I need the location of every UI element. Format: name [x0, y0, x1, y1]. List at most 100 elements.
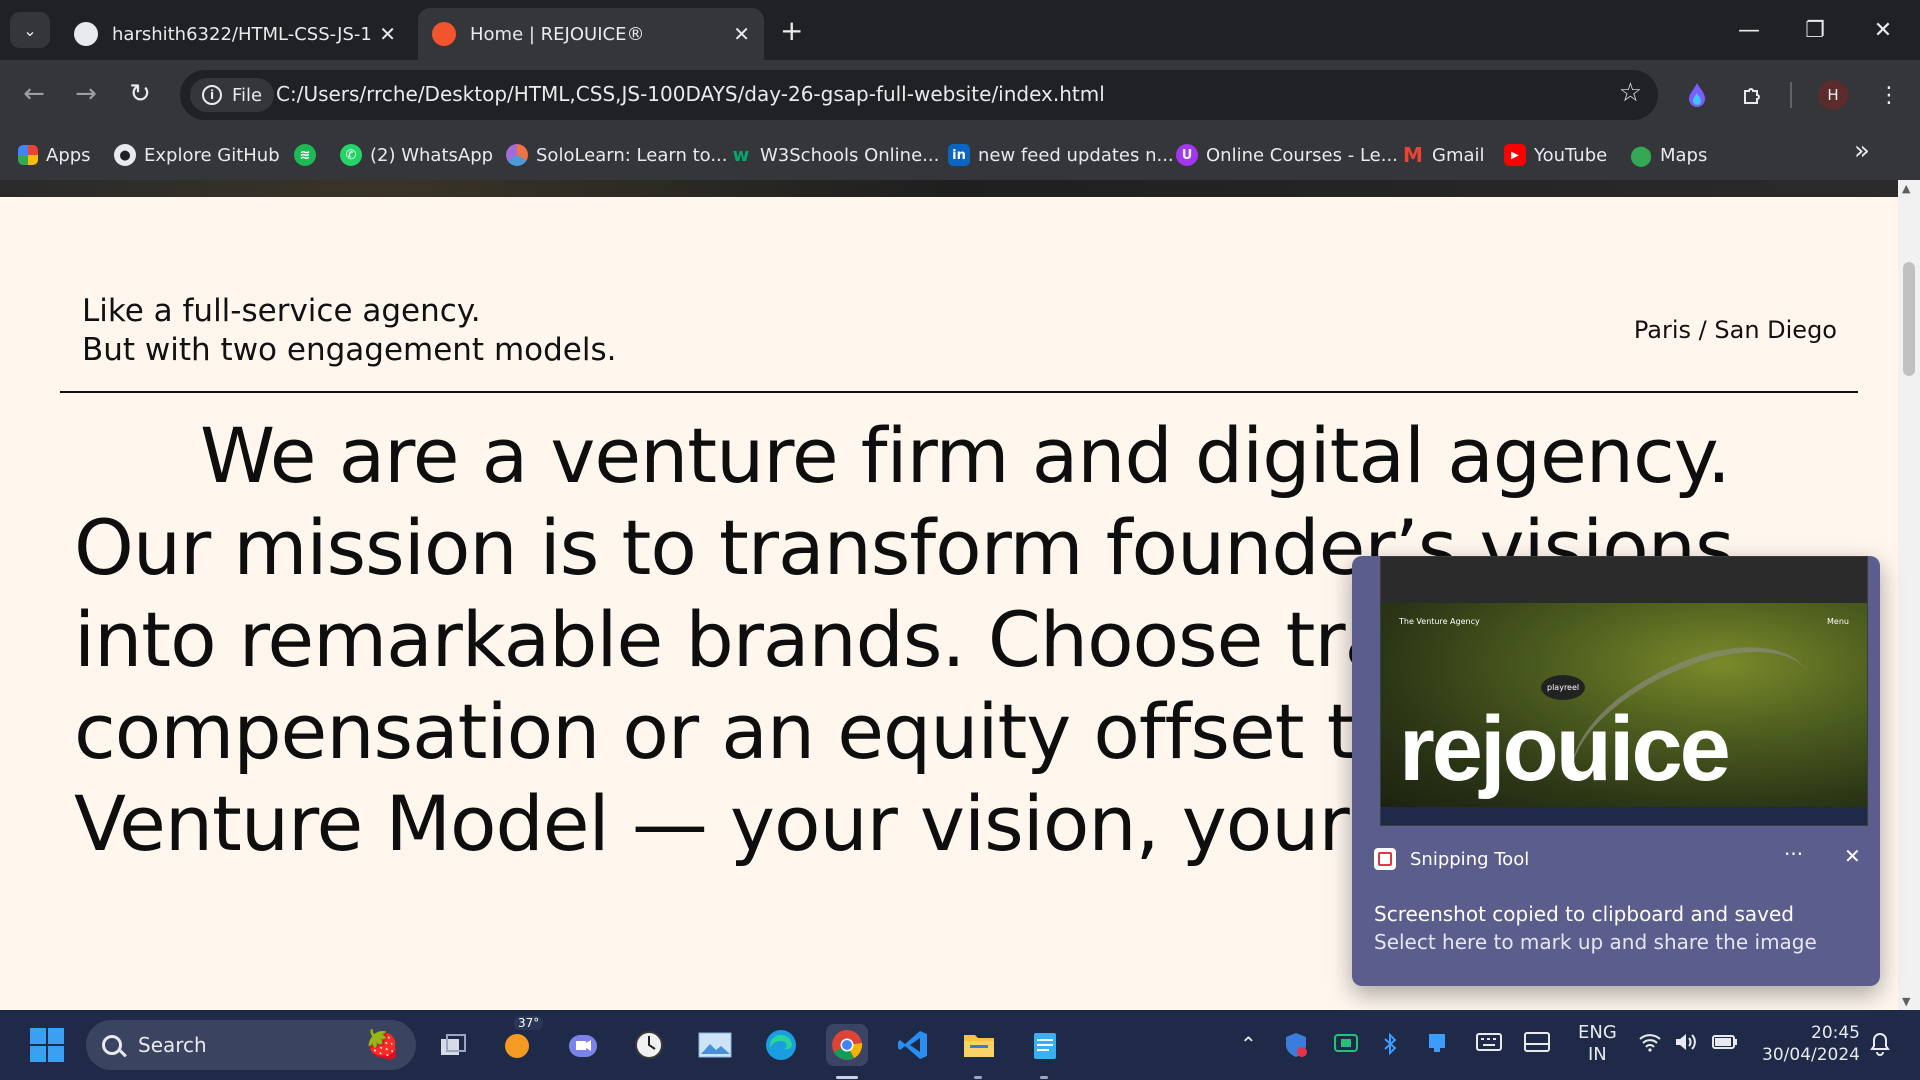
preview-hero-image: The Venture Agency Menu playreel rejouic… [1381, 603, 1867, 825]
bookmark-star-icon[interactable]: ☆ [1619, 78, 1642, 108]
phone-link-icon[interactable] [1334, 1032, 1358, 1059]
profile-avatar[interactable]: H [1818, 80, 1848, 110]
bookmark-label: Explore GitHub [144, 144, 280, 166]
bookmark-whatsapp[interactable]: ✆ (2) WhatsApp [340, 138, 493, 172]
vscode-icon[interactable] [892, 1024, 934, 1066]
bookmark-w3schools[interactable]: w W3Schools Online... [730, 138, 940, 172]
clock-app-icon[interactable] [628, 1024, 670, 1066]
tablet-mode-icon[interactable] [1426, 1032, 1448, 1059]
whatsapp-icon: ✆ [340, 144, 362, 166]
screenshot-preview[interactable]: The Venture Agency Menu playreel rejouic… [1380, 556, 1868, 826]
meet-camera-icon[interactable] [562, 1024, 604, 1066]
preview-browser-chrome [1381, 557, 1867, 603]
reload-button[interactable]: ↻ [120, 74, 160, 114]
language-code: ENG [1578, 1022, 1617, 1043]
bookmark-linkedin[interactable]: in new feed updates n... [948, 138, 1174, 172]
gmail-icon: M [1403, 143, 1423, 167]
forward-button[interactable]: → [66, 74, 106, 114]
display-icon[interactable] [1524, 1032, 1550, 1057]
apps-grid-icon [18, 145, 38, 165]
preview-cursor-label: playreel [1541, 675, 1586, 700]
keyboard-icon[interactable] [1476, 1032, 1502, 1056]
bookmark-udemy[interactable]: U Online Courses - Le... [1176, 138, 1398, 172]
wifi-icon[interactable] [1638, 1032, 1662, 1057]
page-scrollbar[interactable]: ▲ ▼ [1898, 180, 1920, 1010]
search-placeholder: Search [138, 1033, 207, 1057]
windows-start-icon[interactable] [30, 1028, 64, 1062]
tab-strip: ⌄ harshith6322/HTML-CSS-JS-100 ✕ Home | … [0, 0, 1920, 60]
edge-browser-icon[interactable] [760, 1024, 802, 1066]
close-icon[interactable]: ✕ [379, 22, 396, 46]
tab-rejouice[interactable]: Home | REJOUICE® ✕ [418, 8, 764, 60]
volume-icon[interactable] [1674, 1032, 1698, 1057]
site-info-chip[interactable]: i File [190, 78, 275, 112]
new-tab-button[interactable]: + [780, 14, 803, 47]
tab-title: Home | REJOUICE® [470, 23, 645, 45]
more-options-icon[interactable]: ··· [1784, 842, 1803, 866]
photos-app-icon[interactable] [694, 1024, 736, 1066]
task-view-icon[interactable] [432, 1024, 474, 1066]
bookmark-label: new feed updates n... [978, 144, 1174, 166]
taskbar-search-box[interactable]: Search 🍓 [86, 1020, 416, 1070]
restore-button[interactable]: ❐ [1790, 10, 1840, 50]
tagline-line2: But with two engagement models. [82, 332, 617, 368]
scroll-down-icon[interactable]: ▼ [1902, 995, 1910, 1008]
window-close-button[interactable]: ✕ [1858, 10, 1908, 50]
notepad-running-indicator [1040, 1076, 1048, 1079]
bookmark-label: SoloLearn: Learn to... [536, 144, 728, 166]
back-button[interactable]: ← [14, 74, 54, 114]
notepad-icon[interactable] [1024, 1024, 1066, 1066]
url-text[interactable]: C:/Users/rrche/Desktop/HTML,CSS,JS-100DA… [276, 82, 1105, 106]
bookmark-sololearn[interactable]: SoloLearn: Learn to... [506, 138, 728, 172]
youtube-icon: ▶ [1504, 144, 1526, 166]
defender-shield-icon[interactable] [1284, 1032, 1308, 1063]
file-explorer-icon[interactable] [958, 1024, 1000, 1066]
scrollbar-thumb[interactable] [1903, 262, 1915, 376]
more-bookmarks-icon[interactable]: » [1854, 136, 1870, 166]
bookmark-gmail[interactable]: M Gmail [1402, 138, 1484, 172]
snipping-tool-notification[interactable]: The Venture Agency Menu playreel rejouic… [1352, 556, 1880, 986]
preview-nav-right: Menu [1827, 617, 1849, 626]
toast-message-body[interactable]: Select here to mark up and share the ima… [1374, 930, 1817, 954]
system-clock[interactable]: 20:45 30/04/2024 [1760, 1022, 1860, 1066]
minimize-button[interactable]: — [1724, 10, 1774, 50]
extensions-puzzle-icon[interactable] [1738, 80, 1768, 110]
bookmark-spotify[interactable]: ≋ [294, 138, 324, 172]
address-bar[interactable]: i File C:/Users/rrche/Desktop/HTML,CSS,J… [180, 70, 1658, 120]
spotify-icon: ≋ [294, 144, 316, 166]
bookmark-label: Online Courses - Le... [1206, 144, 1398, 166]
preview-nav-left: The Venture Agency [1399, 617, 1480, 626]
extension-flame-icon[interactable] [1682, 80, 1712, 110]
tab-search-button[interactable]: ⌄ [10, 12, 50, 48]
rejouice-dot-icon [432, 22, 456, 46]
close-icon[interactable]: ✕ [733, 22, 750, 46]
bookmark-label: Maps [1660, 144, 1708, 166]
udemy-icon: U [1176, 144, 1198, 166]
sololearn-icon [506, 144, 528, 166]
bookmark-youtube[interactable]: ▶ YouTube [1504, 138, 1607, 172]
bookmark-explore-github[interactable]: ● Explore GitHub [114, 138, 280, 172]
notification-bell-icon[interactable] [1868, 1032, 1892, 1061]
battery-icon[interactable] [1712, 1032, 1738, 1056]
language-indicator[interactable]: ENG IN [1578, 1022, 1617, 1066]
chevron-down-icon: ⌄ [23, 20, 37, 40]
section-divider [60, 391, 1858, 393]
chrome-active-indicator [836, 1076, 858, 1079]
menu-kebab-icon[interactable]: ⋮ [1874, 80, 1904, 110]
chevron-up-icon[interactable]: ⌃ [1240, 1032, 1257, 1056]
weather-icon[interactable] [496, 1024, 538, 1066]
maps-icon: ⬤ [1629, 143, 1653, 167]
info-icon: i [202, 85, 222, 105]
chrome-browser-icon[interactable] [826, 1024, 868, 1066]
bluetooth-icon[interactable] [1382, 1032, 1398, 1061]
hero-image-edge [0, 180, 1898, 197]
location-label: Paris / San Diego [1633, 316, 1837, 344]
github-icon [74, 22, 98, 46]
scroll-up-icon[interactable]: ▲ [1902, 182, 1910, 195]
tab-github[interactable]: harshith6322/HTML-CSS-JS-100 ✕ [60, 8, 410, 60]
toast-message-title: Screenshot copied to clipboard and saved [1374, 902, 1794, 926]
bookmark-maps[interactable]: ⬤ Maps [1629, 138, 1708, 172]
linkedin-icon: in [948, 144, 970, 166]
close-icon[interactable]: ✕ [1844, 844, 1861, 868]
bookmark-apps[interactable]: Apps [18, 138, 91, 172]
